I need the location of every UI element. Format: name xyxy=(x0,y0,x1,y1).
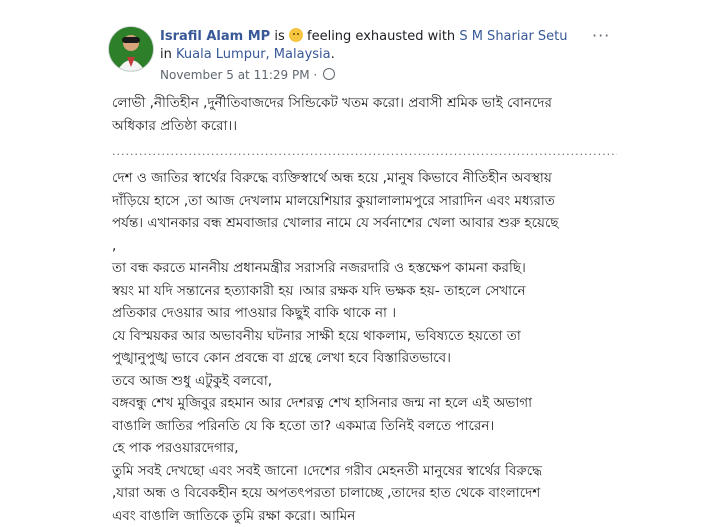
post-line: দেশ ও জাতির স্বার্থের বিরুদ্ধে ব্যক্তিস্… xyxy=(112,167,617,190)
post-line: পর্যন্ত। এখানকার বন্ধ শ্রমবাজার খোলার না… xyxy=(112,212,617,235)
post-line: স্বয়ং মা যদি সন্তানের হত্যাকারী হয় ।আর… xyxy=(112,280,617,303)
feeling-text: feeling exhausted with xyxy=(307,29,455,44)
post-header: Israfil Alam MP is feeling exhausted wit… xyxy=(160,28,580,64)
dotted-divider: ........................................… xyxy=(112,145,617,159)
location-link[interactable]: Kuala Lumpur, Malaysia xyxy=(176,47,331,62)
author-name[interactable]: Israfil Alam MP xyxy=(160,29,270,44)
spacer xyxy=(112,159,617,167)
post-line: তুমি সবই দেখছো এবং সবই জানো ।দেশের গরীব … xyxy=(112,460,617,483)
post-line: যে বিস্ময়কর আর অভাবনীয় ঘটনার সাক্ষী হয… xyxy=(112,325,617,348)
spacer xyxy=(112,137,617,145)
meta-separator: · xyxy=(313,68,317,82)
globe-icon xyxy=(323,68,335,80)
tagged-person[interactable]: S M Shariar Setu xyxy=(459,29,567,44)
more-options-icon[interactable]: ··· xyxy=(592,26,610,45)
post-line: তবে আজ শুধু এটুকুই বলবো, xyxy=(112,370,617,393)
post-line: বাঙালি জাতির পরিনতি যে কি হতো তা? একমাত্… xyxy=(112,415,617,438)
in-text: in xyxy=(160,47,172,62)
post-line: পুঙ্খানুপুঙ্খ ভাবে কোন প্রবন্ধে বা গ্রন্… xyxy=(112,347,617,370)
post-line: প্রতিকার দেওয়ার আর পাওয়ার কিছুই বাকি থ… xyxy=(112,302,617,325)
post-line: এবং বাঙালি জাতিকে তুমি রক্ষা করো। আমিন xyxy=(112,505,617,527)
exhausted-emoji-icon xyxy=(289,28,303,42)
post-line: দাঁড়িয়ে হাসে ,তা আজ দেখলাম মালয়েশিয়া… xyxy=(112,190,617,213)
author-avatar[interactable] xyxy=(108,26,154,72)
location-period: . xyxy=(331,47,335,62)
post-line: হে পাক পরওয়ারদেগার, xyxy=(112,437,617,460)
post-line: , xyxy=(112,235,617,258)
post-body: লোভী ,নীতিহীন ,দুর্নীতিবাজদের সিন্ডিকেট … xyxy=(112,92,617,527)
is-text: is xyxy=(274,29,284,44)
post-meta: November 5 at 11:29 PM · xyxy=(160,68,335,82)
post-line: লোভী ,নীতিহীন ,দুর্নীতিবাজদের সিন্ডিকেট … xyxy=(112,92,617,115)
post-line: তা বন্ধ করতে মাননীয় প্রধানমন্ত্রীর সরাস… xyxy=(112,257,617,280)
post-line: বঙ্গবন্ধু শেখ মুজিবুর রহমান আর দেশরত্ন শ… xyxy=(112,392,617,415)
post-timestamp[interactable]: November 5 at 11:29 PM xyxy=(160,68,310,82)
post-line: ,যারা অন্ধ ও বিবেকহীন হয়ে অপতৎপরতা চালা… xyxy=(112,482,617,505)
post-line: অধিকার প্রতিষ্ঠা করো।। xyxy=(112,115,617,138)
facebook-post-card: Israfil Alam MP is feeling exhausted wit… xyxy=(0,0,720,480)
